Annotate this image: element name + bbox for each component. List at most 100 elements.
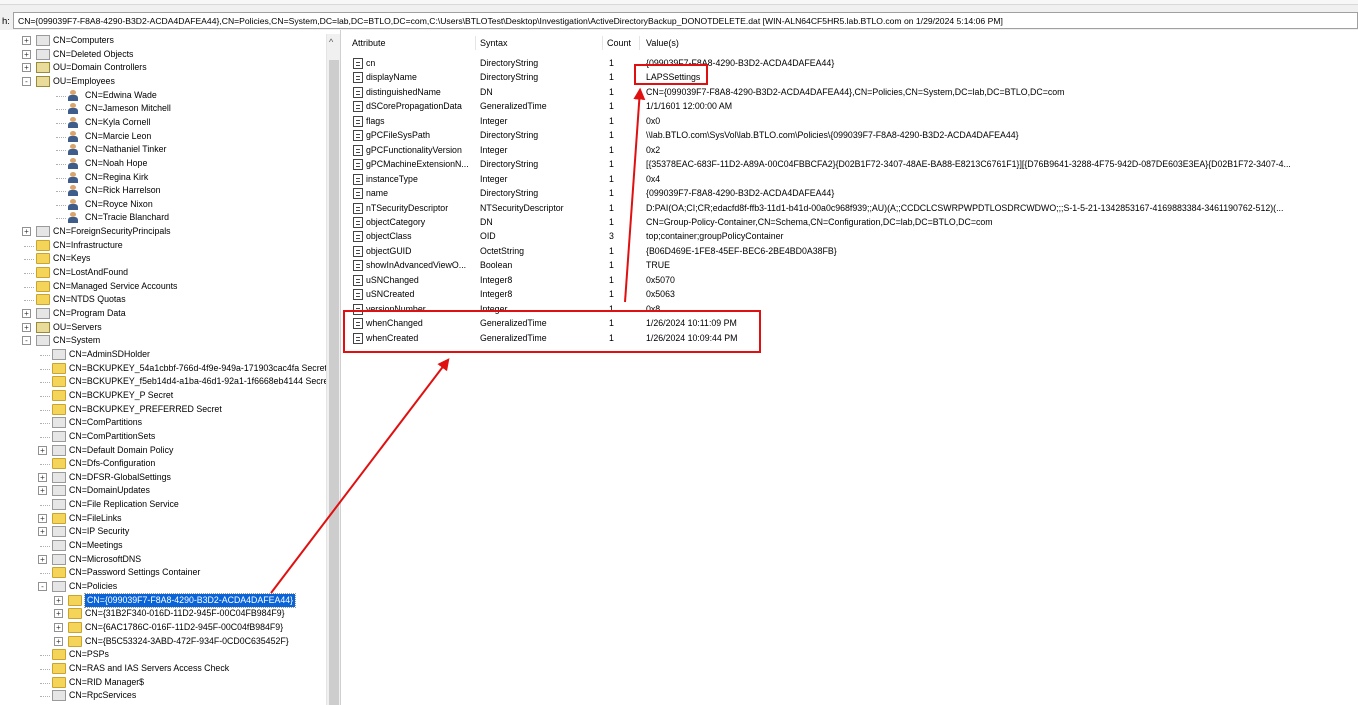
tree-item[interactable]: CN=Tracie Blanchard: [0, 211, 326, 225]
tree-item[interactable]: CN=Jameson Mitchell: [0, 102, 326, 116]
attribute-row[interactable]: distinguishedName DN 1 CN={099039F7-F8A8-42…: [342, 85, 1358, 100]
expand-icon[interactable]: +: [54, 609, 63, 619]
collapse-icon[interactable]: -: [22, 336, 31, 346]
tree-item[interactable]: + CN=Program Data: [0, 307, 326, 321]
tree-pane[interactable]: + CN=Computers + CN=Deleted Objects + OU=Doma…: [0, 30, 341, 705]
tree-item[interactable]: CN=Rick Harrelson: [0, 184, 326, 198]
attribute-row[interactable]: objectGUID OctetString 1 {B06D469E-1FE8-45E…: [342, 244, 1358, 259]
tree-item[interactable]: CN=Royce Nixon: [0, 198, 326, 212]
column-header-values[interactable]: Value(s): [646, 38, 679, 48]
expand-icon[interactable]: +: [22, 309, 31, 318]
tree-item[interactable]: CN=PSPs: [0, 648, 326, 662]
tree-item[interactable]: + CN=DFSR-GlobalSettings: [0, 471, 326, 485]
expand-icon[interactable]: +: [38, 513, 47, 523]
attribute-row[interactable]: instanceType Integer 1 0x4: [342, 172, 1358, 187]
attribute-row[interactable]: name DirectoryString 1 {099039F7-F8A8-4290-…: [342, 186, 1358, 201]
tree-item[interactable]: + CN=Default Domain Policy: [0, 444, 326, 458]
tree-item[interactable]: - OU=Employees: [0, 75, 326, 89]
tree-item[interactable]: CN=Regina Kirk: [0, 171, 326, 185]
attribute-row[interactable]: uSNChanged Integer8 1 0x5070: [342, 273, 1358, 288]
attribute-row[interactable]: nTSecurityDescriptor NTSecurityDescriptor…: [342, 201, 1358, 216]
tree-item[interactable]: CN=AdminSDHolder: [0, 348, 326, 362]
expand-icon[interactable]: +: [38, 445, 47, 455]
tree-item[interactable]: - CN=Policies: [0, 580, 326, 594]
column-header-syntax[interactable]: Syntax: [480, 38, 508, 48]
attribute-row[interactable]: objectCategory DN 1 CN=Group-Policy-Contain…: [342, 215, 1358, 230]
expand-icon[interactable]: +: [54, 595, 63, 605]
tree-item[interactable]: + OU=Servers: [0, 321, 326, 335]
tree-item[interactable]: + CN={31B2F340-016D-11D2-945F-00C04FB984F…: [0, 607, 326, 621]
tree-item[interactable]: CN=BCKUPKEY_f5eb14d4-a1ba-46d1-92a1-1f66…: [0, 375, 331, 389]
tree-item[interactable]: CN=Noah Hope: [0, 157, 326, 171]
tree-item[interactable]: + CN=ForeignSecurityPrincipals: [0, 225, 326, 239]
expand-icon[interactable]: +: [38, 527, 47, 537]
tree-item[interactable]: CN=BCKUPKEY_54a1cbbf-766d-4f9e-949a-1719…: [0, 362, 327, 376]
expand-icon[interactable]: +: [54, 622, 63, 632]
column-header-count[interactable]: Count: [607, 38, 631, 48]
tree-item[interactable]: CN=ComPartitions: [0, 416, 326, 430]
collapse-icon[interactable]: -: [22, 76, 31, 86]
tree-item[interactable]: + CN=IP Security: [0, 525, 326, 539]
collapse-icon[interactable]: -: [38, 582, 47, 591]
tree-item[interactable]: CN=Keys: [0, 252, 326, 266]
tree-item[interactable]: CN=Marcie Leon: [0, 130, 326, 144]
tree-item[interactable]: + CN=DomainUpdates: [0, 484, 326, 498]
expand-icon[interactable]: +: [22, 36, 31, 45]
tree-item[interactable]: + OU=Domain Controllers: [0, 61, 326, 75]
expand-icon[interactable]: +: [38, 486, 47, 496]
tree-item[interactable]: CN=LostAndFound: [0, 266, 326, 280]
tree-item[interactable]: CN=Managed Service Accounts: [0, 280, 326, 294]
tree-item[interactable]: + CN=Computers: [0, 34, 326, 48]
column-divider[interactable]: [639, 36, 640, 50]
tree-item[interactable]: CN=ComPartitionSets: [0, 430, 326, 444]
tree-item[interactable]: + CN=MicrosoftDNS: [0, 553, 326, 567]
expand-icon[interactable]: +: [22, 322, 31, 332]
attribute-row[interactable]: showInAdvancedViewO... Boolean 1 TRUE: [342, 258, 1358, 273]
expand-icon[interactable]: +: [54, 636, 63, 646]
tree-item[interactable]: + CN={099039F7-F8A8-4290-B3D2-ACDA4DAFEA4…: [0, 592, 326, 609]
scroll-up-icon[interactable]: ^: [329, 37, 333, 47]
attributes-pane[interactable]: Attribute Syntax Count Value(s) cn Direct…: [342, 30, 1358, 705]
tree-item[interactable]: CN=Kyla Cornell: [0, 116, 326, 130]
tree-item[interactable]: CN=BCKUPKEY_P Secret: [0, 389, 326, 403]
attribute-row[interactable]: dSCorePropagationData GeneralizedTime 1 1/1…: [342, 99, 1358, 114]
tree-item[interactable]: + CN=FileLinks: [0, 512, 326, 526]
tree-item[interactable]: CN=BCKUPKEY_PREFERRED Secret: [0, 403, 326, 417]
tree-item[interactable]: CN=File Replication Service: [0, 498, 326, 512]
expand-icon[interactable]: +: [22, 63, 31, 73]
tree-item[interactable]: CN=Nathaniel Tinker: [0, 143, 326, 157]
tree-item[interactable]: - CN=System: [0, 334, 326, 348]
tree-item[interactable]: CN=Meetings: [0, 539, 326, 553]
tree-item[interactable]: + CN=Deleted Objects: [0, 48, 326, 62]
attribute-row[interactable]: cn DirectoryString 1 {099039F7-F8A8-4290-B3…: [342, 56, 1358, 71]
attribute-row[interactable]: objectClass OID 3 top;container;groupPolicy…: [342, 229, 1358, 244]
attribute-value: LAPSSettings: [646, 72, 701, 83]
attribute-row[interactable]: gPCMachineExtensionN... DirectoryString 1 […: [342, 157, 1358, 172]
tree-item[interactable]: + CN={B5C53324-3ABD-472F-934F-0CD0C635452…: [0, 635, 326, 649]
attribute-row[interactable]: gPCFunctionalityVersion Integer 1 0x2: [342, 143, 1358, 158]
path-field[interactable]: CN={099039F7-F8A8-4290-B3D2-ACDA4DAFEA44…: [13, 12, 1358, 29]
tree-item[interactable]: CN=Dfs-Configuration: [0, 457, 326, 471]
scroll-thumb[interactable]: [329, 60, 339, 705]
expand-icon[interactable]: +: [38, 554, 47, 564]
tree-item[interactable]: CN=Infrastructure: [0, 239, 326, 253]
column-header-attribute[interactable]: Attribute: [352, 38, 386, 48]
tree-scrollbar[interactable]: ^: [326, 34, 340, 705]
tree-item[interactable]: CN=NTDS Quotas: [0, 293, 326, 307]
expand-icon[interactable]: +: [22, 227, 31, 237]
column-divider[interactable]: [602, 36, 603, 50]
tree-item[interactable]: CN=RpcServices: [0, 689, 326, 703]
tree-item[interactable]: CN=Password Settings Container: [0, 566, 326, 580]
tree-item-label: CN=BCKUPKEY_PREFERRED Secret: [69, 403, 222, 414]
attribute-row[interactable]: uSNCreated Integer8 1 0x5063: [342, 287, 1358, 302]
expand-icon[interactable]: +: [22, 49, 31, 59]
attribute-row[interactable]: displayName DirectoryString 1 LAPSSettings: [342, 70, 1358, 85]
tree-item[interactable]: CN=Edwina Wade: [0, 89, 326, 103]
tree-item[interactable]: CN=RID Manager$: [0, 676, 326, 690]
tree-item[interactable]: CN=RAS and IAS Servers Access Check: [0, 662, 326, 676]
expand-icon[interactable]: +: [38, 472, 47, 482]
column-divider[interactable]: [475, 36, 476, 50]
attribute-row[interactable]: gPCFileSysPath DirectoryString 1 \\lab.BTLO…: [342, 128, 1358, 143]
attribute-row[interactable]: flags Integer 1 0x0: [342, 114, 1358, 129]
tree-item[interactable]: + CN={6AC1786C-016F-11D2-945F-00C04fB984F…: [0, 621, 326, 635]
